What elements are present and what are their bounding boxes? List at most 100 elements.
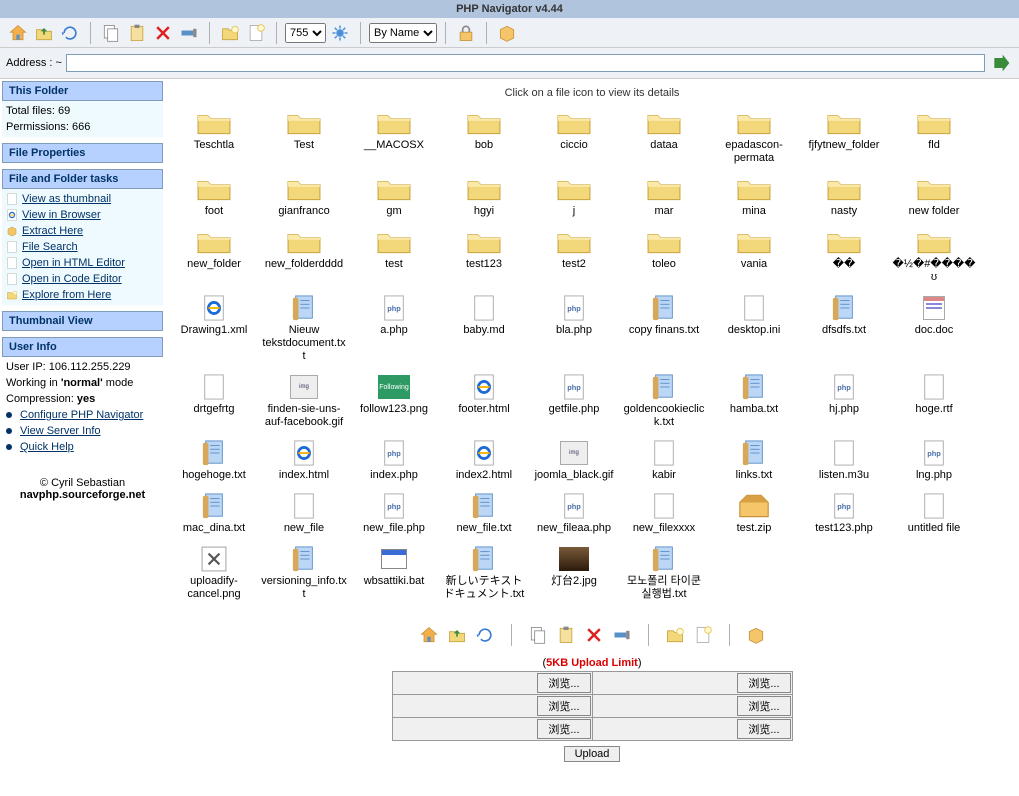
file-item[interactable]: wbsattiki.bat (351, 543, 437, 607)
home-button[interactable] (6, 21, 30, 45)
file-item[interactable]: new_file.txt (441, 490, 527, 541)
file-item[interactable]: new_filexxxx (621, 490, 707, 541)
file-item[interactable]: versioning_info.txt (261, 543, 347, 607)
user-link[interactable]: Quick Help (6, 439, 159, 455)
copy-button[interactable] (99, 21, 123, 45)
new-folder-button[interactable] (663, 623, 687, 647)
file-item[interactable]: imgfinden-sie-uns-auf-facebook.gif (261, 371, 347, 435)
upload-button[interactable]: Upload (564, 746, 621, 762)
file-item[interactable]: getfile.php (531, 371, 617, 435)
file-item[interactable]: index.html (261, 437, 347, 488)
task-item[interactable]: Open in Code Editor (6, 271, 159, 287)
folder-item[interactable]: ciccio (531, 107, 617, 171)
folder-item[interactable]: hgyi (441, 173, 527, 224)
permission-select[interactable]: 755 (285, 23, 326, 43)
file-item[interactable]: index2.html (441, 437, 527, 488)
apply-permission-button[interactable] (328, 21, 352, 45)
file-item[interactable]: untitled file (891, 490, 977, 541)
file-item[interactable]: Drawing1.xml (171, 292, 257, 369)
folder-item[interactable]: bob (441, 107, 527, 171)
up-button[interactable] (445, 623, 469, 647)
file-item[interactable]: hoge.rtf (891, 371, 977, 435)
task-item[interactable]: Extract Here (6, 223, 159, 239)
delete-button[interactable] (151, 21, 175, 45)
task-item[interactable]: File Search (6, 239, 159, 255)
file-item[interactable]: test123.php (801, 490, 887, 541)
file-item[interactable]: hj.php (801, 371, 887, 435)
address-input[interactable] (66, 54, 985, 72)
file-item[interactable]: copy finans.txt (621, 292, 707, 369)
delete-button[interactable] (582, 623, 606, 647)
folder-item[interactable]: toleo (621, 226, 707, 290)
folder-item[interactable]: mina (711, 173, 797, 224)
user-link[interactable]: Configure PHP Navigator (6, 407, 159, 423)
file-item[interactable]: lng.php (891, 437, 977, 488)
task-item[interactable]: View as thumbnail (6, 191, 159, 207)
file-item[interactable]: links.txt (711, 437, 797, 488)
paste-button[interactable] (554, 623, 578, 647)
sort-select[interactable]: By Name (369, 23, 437, 43)
file-item[interactable]: uploadify-cancel.png (171, 543, 257, 607)
task-item[interactable]: Explore from Here (6, 287, 159, 303)
file-item[interactable]: dfsdfs.txt (801, 292, 887, 369)
folder-item[interactable]: Teschtla (171, 107, 257, 171)
file-item[interactable]: new_fileaa.php (531, 490, 617, 541)
browse-button[interactable]: 浏览... (737, 673, 790, 693)
folder-item[interactable]: mar (621, 173, 707, 224)
file-item[interactable]: 모노폴리 타이쿤 실행법.txt (621, 543, 707, 607)
file-item[interactable]: hogehoge.txt (171, 437, 257, 488)
new-folder-button[interactable] (218, 21, 242, 45)
file-item[interactable]: Followingfollow123.png (351, 371, 437, 435)
folder-item[interactable]: Test (261, 107, 347, 171)
folder-item[interactable]: �½�#����ʊ (891, 226, 977, 290)
folder-item[interactable]: fjfytnew_folder (801, 107, 887, 171)
file-item[interactable]: footer.html (441, 371, 527, 435)
browse-button[interactable]: 浏览... (537, 673, 590, 693)
file-item[interactable]: kabir (621, 437, 707, 488)
file-item[interactable]: listen.m3u (801, 437, 887, 488)
folder-item[interactable]: gm (351, 173, 437, 224)
package-button[interactable] (744, 623, 768, 647)
file-item[interactable]: 灯台2.jpg (531, 543, 617, 607)
go-button[interactable] (989, 51, 1013, 75)
folder-item[interactable]: new folder (891, 173, 977, 224)
task-item[interactable]: View in Browser (6, 207, 159, 223)
refresh-button[interactable] (473, 623, 497, 647)
file-item[interactable]: Nieuw tekstdocument.txt (261, 292, 347, 369)
up-button[interactable] (32, 21, 56, 45)
file-item[interactable]: new_file (261, 490, 347, 541)
file-item[interactable]: test.zip (711, 490, 797, 541)
folder-item[interactable]: new_folderdddd (261, 226, 347, 290)
file-item[interactable]: new_file.php (351, 490, 437, 541)
folder-item[interactable]: gianfranco (261, 173, 347, 224)
folder-item[interactable]: test2 (531, 226, 617, 290)
paste-button[interactable] (125, 21, 149, 45)
refresh-button[interactable] (58, 21, 82, 45)
file-item[interactable]: goldencookieclick.txt (621, 371, 707, 435)
file-item[interactable]: drtgefrtg (171, 371, 257, 435)
folder-item[interactable]: fld (891, 107, 977, 171)
task-item[interactable]: Open in HTML Editor (6, 255, 159, 271)
file-item[interactable]: a.php (351, 292, 437, 369)
folder-item[interactable]: nasty (801, 173, 887, 224)
folder-item[interactable]: j (531, 173, 617, 224)
folder-item[interactable]: �� (801, 226, 887, 290)
folder-item[interactable]: vania (711, 226, 797, 290)
copy-button[interactable] (526, 623, 550, 647)
browse-button[interactable]: 浏览... (537, 696, 590, 716)
home-button[interactable] (417, 623, 441, 647)
folder-item[interactable]: new_folder (171, 226, 257, 290)
new-file-button[interactable] (691, 623, 715, 647)
package-button[interactable] (495, 21, 519, 45)
file-item[interactable]: index.php (351, 437, 437, 488)
folder-item[interactable]: __MACOSX (351, 107, 437, 171)
folder-item[interactable]: test123 (441, 226, 527, 290)
folder-item[interactable]: foot (171, 173, 257, 224)
browse-button[interactable]: 浏览... (737, 696, 790, 716)
browse-button[interactable]: 浏览... (537, 719, 590, 739)
lock-button[interactable] (454, 21, 478, 45)
file-item[interactable]: doc.doc (891, 292, 977, 369)
user-link[interactable]: View Server Info (6, 423, 159, 439)
new-file-button[interactable] (244, 21, 268, 45)
file-item[interactable]: bla.php (531, 292, 617, 369)
